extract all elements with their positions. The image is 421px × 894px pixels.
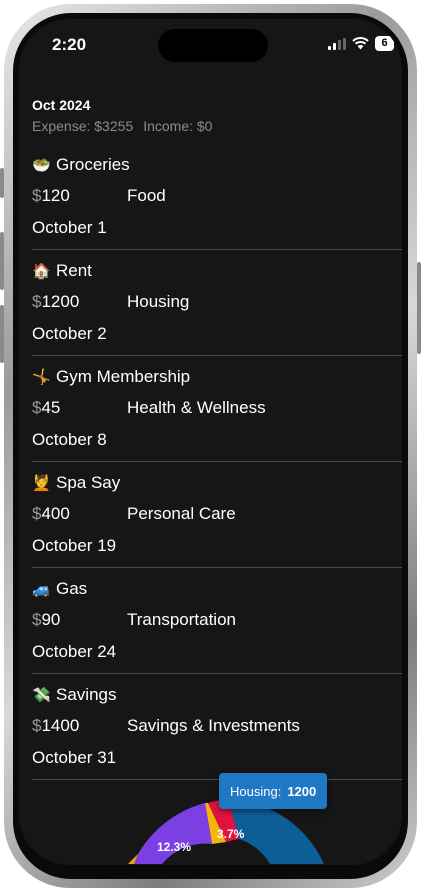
tooltip-value: 1200 [287, 783, 317, 799]
transaction-category: Savings & Investments [127, 716, 300, 735]
transaction-category: Housing [127, 292, 190, 311]
transaction-list: 🥗 Groceries $120 Food October 1 🏠 Rent $12… [32, 145, 402, 781]
signal-icon [328, 37, 346, 50]
volume-up-button [0, 232, 4, 290]
pie-label-purple: 12.3% [157, 840, 191, 854]
status-time: 2:20 [52, 35, 87, 54]
expense-total: Expense: $3255 [32, 118, 134, 134]
transaction-amount: 1200 [41, 292, 80, 311]
car-icon: 🚙 [32, 581, 51, 598]
transaction-amount: 45 [41, 398, 61, 417]
income-total: Income: $0 [143, 118, 213, 134]
transaction-name: Gas [56, 579, 88, 598]
transaction-name: Groceries [56, 155, 130, 174]
face-massage-icon: 💆 [32, 475, 51, 492]
pie-slice-purple[interactable] [134, 803, 212, 864]
transaction-category: Personal Care [127, 504, 236, 523]
transaction-category: Health & Wellness [127, 398, 266, 417]
transaction-date: October 24 [32, 642, 117, 661]
transaction-item-gym-membership[interactable]: 🤸 Gym Membership $45 Health & Wellness Oc… [32, 357, 402, 462]
transaction-amount: 400 [41, 504, 70, 523]
volume-down-button [0, 305, 4, 363]
action-button [0, 168, 4, 198]
money-wings-icon: 💸 [32, 687, 51, 704]
salad-icon: 🥗 [32, 157, 51, 174]
house-icon: 🏠 [32, 263, 51, 280]
transaction-item-rent[interactable]: 🏠 Rent $1200 Housing October 2 [32, 251, 402, 356]
transaction-amount: 120 [41, 186, 70, 205]
pie-label-red: 3.7% [217, 827, 245, 841]
month-header: Oct 2024 Expense: $3255 Income: $0 [32, 97, 212, 134]
transaction-date: October 2 [32, 324, 107, 343]
wifi-icon [352, 37, 369, 50]
transaction-category: Transportation [127, 610, 236, 629]
dynamic-island [158, 29, 268, 62]
transaction-category: Food [127, 186, 166, 205]
tooltip-label: Housing: [230, 783, 282, 799]
month-title: Oct 2024 [32, 97, 91, 113]
transaction-item-spa-say[interactable]: 💆 Spa Say $400 Personal Care October 19 [32, 463, 402, 568]
transaction-amount: 1400 [41, 716, 80, 735]
status-icons: 6 [328, 36, 394, 51]
transaction-item-gas[interactable]: 🚙 Gas $90 Transportation October 24 [32, 569, 402, 674]
transaction-name: Rent [56, 261, 92, 280]
transaction-item-groceries[interactable]: 🥗 Groceries $120 Food October 1 [32, 145, 402, 250]
transaction-date: October 31 [32, 748, 117, 767]
transaction-date: October 1 [32, 218, 107, 237]
transaction-date: October 19 [32, 536, 117, 555]
month-summary: Expense: $3255 Income: $0 [32, 118, 212, 134]
transaction-name: Gym Membership [56, 367, 191, 386]
gymnast-icon: 🤸 [32, 369, 51, 386]
power-button [417, 262, 421, 354]
transaction-name: Spa Say [56, 473, 121, 492]
chart-tooltip: Housing: 1200 [219, 773, 328, 809]
app-screen: 2:20 6 Oct 2024 Expense: $3255 Income: $0… [19, 19, 402, 865]
battery-icon: 6 [375, 36, 394, 51]
transaction-amount: 90 [41, 610, 61, 629]
transaction-date: October 8 [32, 430, 107, 449]
transaction-name: Savings [56, 685, 117, 704]
transaction-item-savings[interactable]: 💸 Savings $1400 Savings & Investments Oct… [32, 675, 402, 780]
